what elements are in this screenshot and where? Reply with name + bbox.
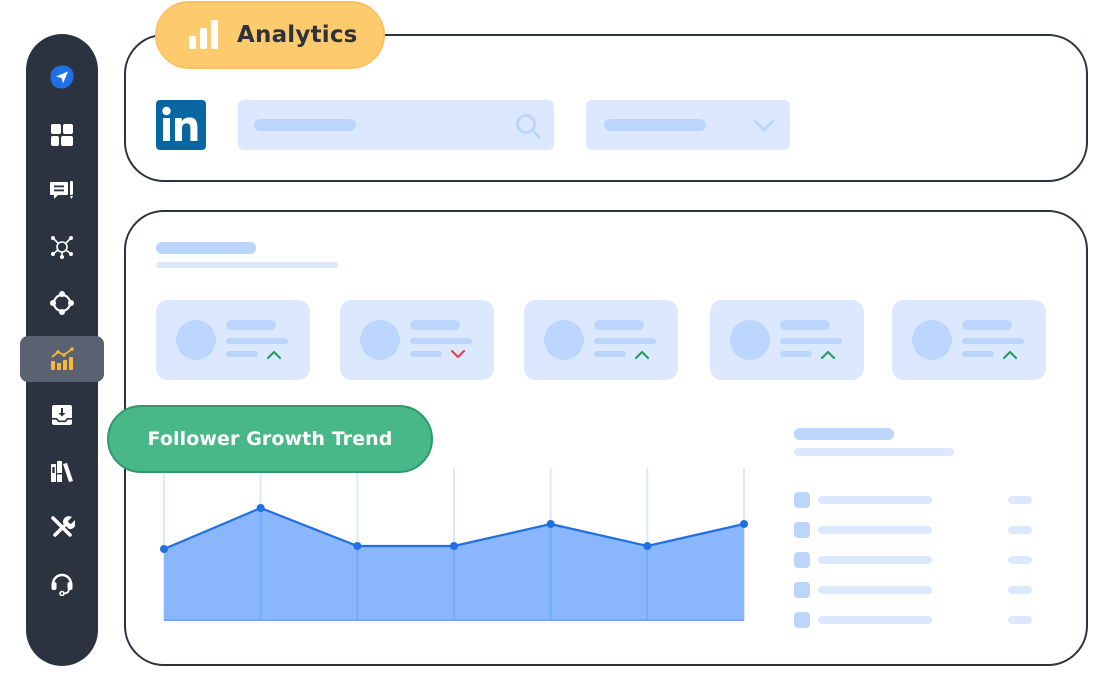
stat-value-placeholder <box>780 338 842 344</box>
dashboard-grid-icon <box>51 124 73 146</box>
analytics-chart-icon <box>51 347 74 370</box>
stat-delta-placeholder <box>962 351 994 357</box>
list-item-value-placeholder <box>1008 556 1032 564</box>
trend-up-icon <box>266 350 282 360</box>
sidebar-item-send[interactable] <box>26 54 98 100</box>
trend-up-icon <box>634 350 650 360</box>
sidebar-nav <box>20 34 104 666</box>
stat-avatar <box>912 320 952 360</box>
trend-up-icon <box>820 350 836 360</box>
filter-dropdown[interactable] <box>586 100 790 150</box>
search-icon[interactable] <box>514 112 542 140</box>
chevron-down-icon <box>753 119 775 132</box>
stat-card[interactable] <box>710 300 864 380</box>
stat-delta-placeholder <box>410 351 442 357</box>
stat-card[interactable] <box>524 300 678 380</box>
stat-label-placeholder <box>962 320 1012 330</box>
inbox-download-icon <box>52 405 72 425</box>
sidebar-item-analytics[interactable] <box>20 336 104 382</box>
stat-value-placeholder <box>226 338 288 344</box>
paper-plane-icon <box>50 65 74 89</box>
stat-avatar <box>176 320 216 360</box>
list-item[interactable] <box>794 612 1034 628</box>
search-placeholder <box>254 119 356 131</box>
stat-label-placeholder <box>410 320 460 330</box>
stat-card[interactable] <box>340 300 494 380</box>
sidebar-item-integrations[interactable] <box>26 280 98 326</box>
bar-chart-icon <box>189 20 218 49</box>
page-title: Analytics <box>237 22 358 48</box>
stat-card[interactable] <box>892 300 1046 380</box>
list-item-value-placeholder <box>1008 586 1032 594</box>
chart-title: Follower Growth Trend <box>147 428 393 450</box>
stat-label-placeholder <box>594 320 644 330</box>
side-list-title-placeholder <box>794 428 894 440</box>
stat-label-placeholder <box>780 320 830 330</box>
list-item[interactable] <box>794 552 1034 568</box>
list-item[interactable] <box>794 582 1034 598</box>
list-item-checkbox[interactable] <box>794 582 810 598</box>
list-item-checkbox[interactable] <box>794 522 810 538</box>
section-subtitle-placeholder <box>156 262 338 268</box>
side-list-subtitle-placeholder <box>794 448 954 456</box>
sidebar-item-support[interactable] <box>26 560 98 606</box>
trend-up-icon <box>1002 350 1018 360</box>
dropdown-placeholder <box>604 119 706 131</box>
trend-down-icon <box>450 349 466 359</box>
headset-icon <box>51 573 73 596</box>
list-item-value-placeholder <box>1008 616 1032 624</box>
sidebar-item-inbox[interactable] <box>26 392 98 438</box>
connected-nodes-icon <box>50 291 74 315</box>
library-books-icon <box>51 461 73 482</box>
stat-delta-placeholder <box>226 351 258 357</box>
comment-edit-icon <box>50 181 73 199</box>
sidebar-item-library[interactable] <box>26 448 98 494</box>
stat-value-placeholder <box>962 338 1024 344</box>
sidebar-item-network[interactable] <box>26 224 98 270</box>
linkedin-icon <box>162 106 198 141</box>
stat-avatar <box>730 320 770 360</box>
list-item[interactable] <box>794 492 1034 508</box>
search-input[interactable] <box>238 100 554 150</box>
stat-value-placeholder <box>594 338 656 344</box>
hub-network-icon <box>51 236 73 259</box>
stat-card[interactable] <box>156 300 310 380</box>
list-item-label-placeholder <box>818 616 932 624</box>
list-item-label-placeholder <box>818 586 932 594</box>
list-item-value-placeholder <box>1008 496 1032 504</box>
list-item-checkbox[interactable] <box>794 552 810 568</box>
list-item-label-placeholder <box>818 556 932 564</box>
stat-delta-placeholder <box>780 351 812 357</box>
analytics-title-badge: Analytics <box>155 1 385 69</box>
stat-value-placeholder <box>410 338 472 344</box>
stat-avatar <box>544 320 584 360</box>
section-title-placeholder <box>156 242 256 254</box>
list-item-label-placeholder <box>818 526 932 534</box>
list-item[interactable] <box>794 522 1034 538</box>
list-item-checkbox[interactable] <box>794 492 810 508</box>
list-item-checkbox[interactable] <box>794 612 810 628</box>
stat-avatar <box>360 320 400 360</box>
stat-label-placeholder <box>226 320 276 330</box>
tools-icon <box>51 516 75 537</box>
sidebar-item-tools[interactable] <box>26 504 98 550</box>
sidebar-item-posts[interactable] <box>26 168 98 214</box>
linkedin-logo[interactable] <box>156 100 206 150</box>
sidebar-item-dashboard[interactable] <box>26 112 98 158</box>
chart-title-badge: Follower Growth Trend <box>107 405 433 473</box>
stat-delta-placeholder <box>594 351 626 357</box>
list-item-label-placeholder <box>818 496 932 504</box>
list-item-value-placeholder <box>1008 526 1032 534</box>
